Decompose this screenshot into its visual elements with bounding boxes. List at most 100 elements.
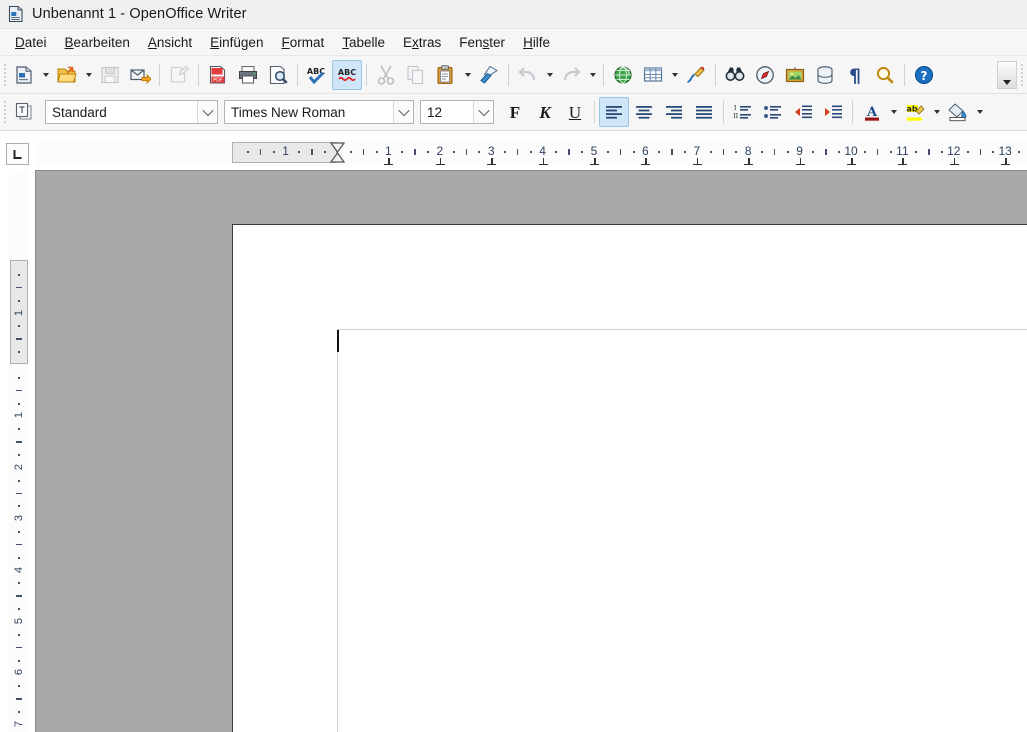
find-replace-button[interactable] [720, 60, 750, 90]
chevron-down-icon[interactable] [393, 101, 413, 123]
font-color-button[interactable]: A [857, 97, 887, 127]
font-name-combo[interactable]: Times New Roman [224, 100, 414, 124]
paragraph-style-combo[interactable]: Standard [45, 100, 218, 124]
clone-formatting-button[interactable] [474, 60, 504, 90]
chevron-down-icon[interactable] [197, 101, 217, 123]
redo-dropdown[interactable] [586, 60, 599, 90]
menu-format[interactable]: Format [272, 32, 333, 53]
redo-button[interactable] [556, 60, 586, 90]
print-preview-button[interactable] [263, 60, 293, 90]
menu-ansicht[interactable]: Ansicht [139, 32, 201, 53]
menu-hilfe[interactable]: Hilfe [514, 32, 559, 53]
toolbar-grip-right[interactable] [1017, 56, 1027, 93]
vertical-ruler[interactable]: 1 1 2 3 4 5 6 7 [9, 170, 29, 732]
hyperlink-button[interactable] [608, 60, 638, 90]
tab-stop-selector-button[interactable] [6, 143, 29, 165]
insert-table-button[interactable] [638, 60, 668, 90]
align-left-button[interactable] [599, 97, 629, 127]
ruler-tick [18, 325, 20, 328]
ruler-tab-stop[interactable] [590, 158, 599, 165]
ruler-tick [465, 149, 467, 155]
font-size-combo[interactable]: 12 [420, 100, 494, 124]
underline-button[interactable]: U [560, 97, 590, 127]
ruler-tab-stop[interactable] [744, 158, 754, 165]
open-document-dropdown[interactable] [82, 60, 95, 90]
ruler-tick [18, 428, 20, 431]
cut-button[interactable] [371, 60, 401, 90]
ruler-tab-stop[interactable] [487, 158, 497, 165]
formatting-marks-button[interactable]: ¶ [840, 60, 870, 90]
menu-extras[interactable]: Extras [394, 32, 450, 53]
background-color-dropdown[interactable] [973, 97, 986, 127]
toolbar-grip[interactable] [0, 56, 9, 93]
ruler-tab-stop[interactable] [692, 158, 702, 165]
font-color-dropdown[interactable] [887, 97, 900, 127]
ruler-tick [16, 389, 22, 392]
italic-button[interactable]: K [530, 97, 560, 127]
menu-datei[interactable]: Datei [6, 32, 56, 53]
writer-document-icon [7, 5, 25, 23]
new-document-dropdown[interactable] [39, 60, 52, 90]
increase-indent-button[interactable] [818, 97, 848, 127]
menu-fenster[interactable]: Fenster [450, 32, 514, 53]
copy-button[interactable] [401, 60, 431, 90]
menu-bearbeiten[interactable]: Bearbeiten [56, 32, 139, 53]
paste-dropdown[interactable] [461, 60, 474, 90]
indent-marker-icon[interactable] [329, 142, 346, 163]
ruler-tab-stop[interactable] [795, 158, 805, 165]
open-document-button[interactable] [52, 60, 82, 90]
navigator-button[interactable] [750, 60, 780, 90]
ruler-tab-stop[interactable] [847, 158, 856, 165]
ruler-tick [18, 685, 20, 688]
data-sources-button[interactable] [810, 60, 840, 90]
bold-button[interactable]: F [500, 97, 530, 127]
horizontal-ruler[interactable]: 1 1 2 3 4 5 6 7 8 9 10 11 12 13 [35, 140, 1027, 166]
undo-button[interactable] [513, 60, 543, 90]
autospellcheck-button[interactable]: ABC [332, 59, 362, 90]
ruler-tab-stop[interactable] [1001, 158, 1011, 165]
highlighting-button[interactable]: ab [900, 97, 930, 127]
background-color-button[interactable] [943, 97, 973, 127]
document-page[interactable] [232, 224, 1027, 732]
menu-einfuegen[interactable]: Einfügen [201, 32, 272, 53]
undo-dropdown[interactable] [543, 60, 556, 90]
ruler-tab-stop[interactable] [435, 158, 445, 165]
ruler-label: 11 [896, 144, 909, 158]
menu-tabelle[interactable]: Tabelle [333, 32, 394, 53]
unordered-list-button[interactable] [758, 97, 788, 127]
styles-button[interactable] [9, 97, 39, 127]
help-button[interactable]: ? [909, 60, 939, 90]
align-right-button[interactable] [659, 97, 689, 127]
zoom-button[interactable] [870, 60, 900, 90]
toolbar-overflow-button[interactable] [997, 60, 1017, 89]
ruler-tab-stop[interactable] [949, 158, 959, 165]
ruler-tab-stop[interactable] [538, 158, 548, 165]
document-canvas[interactable] [35, 170, 1027, 732]
show-draw-functions-button[interactable] [681, 60, 711, 90]
print-document-button[interactable] [233, 60, 263, 90]
email-document-button[interactable] [125, 60, 155, 90]
toolbar-grip[interactable] [0, 94, 9, 130]
tab-left-icon [13, 149, 22, 159]
ruler-tab-stop[interactable] [384, 158, 394, 165]
ruler-tab-stop[interactable] [898, 158, 908, 165]
paste-button[interactable] [431, 60, 461, 90]
gallery-button[interactable] [780, 60, 810, 90]
insert-table-dropdown[interactable] [668, 60, 681, 90]
ruler-tab-stop[interactable] [641, 158, 651, 165]
decrease-indent-button[interactable] [788, 97, 818, 127]
new-document-button[interactable] [9, 60, 39, 90]
ruler-label: 12 [947, 144, 961, 158]
align-center-button[interactable] [629, 97, 659, 127]
ruler-tick [838, 151, 841, 153]
edit-file-button[interactable] [164, 60, 194, 90]
align-justify-button[interactable] [689, 97, 719, 127]
ordered-list-button[interactable]: I II [728, 97, 758, 127]
export-pdf-button[interactable]: PDF [203, 60, 233, 90]
ruler-tick [16, 595, 22, 597]
save-document-button[interactable] [95, 60, 125, 90]
ruler-tick [722, 149, 724, 155]
spelling-check-button[interactable]: ABC [302, 60, 332, 90]
highlighting-dropdown[interactable] [930, 97, 943, 127]
chevron-down-icon[interactable] [473, 101, 493, 123]
